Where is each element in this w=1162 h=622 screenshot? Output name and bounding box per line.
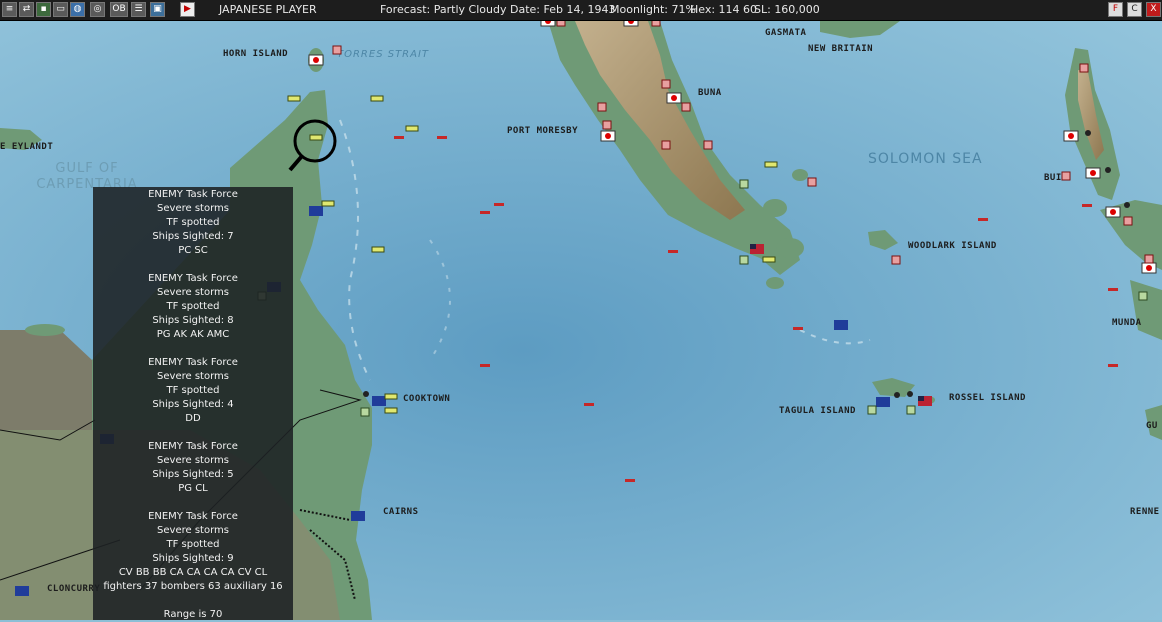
tf-ship-types: PC SC [178,245,208,256]
tf-ship-types: PG AK AK AMC [156,329,230,340]
tf-ships-sighted: Ships Sighted: 7 [152,231,234,242]
tf-ships-sighted: Ships Sighted: 5 [152,469,234,480]
task-force-entry-2: ENEMY Task Force Severe storms TF spotte… [93,272,293,342]
date-text: Date: Feb 14, 1943 [510,3,616,16]
tf-ship-types: PG CL [178,483,208,494]
tf-weather: Severe storms [157,287,229,298]
top-status-bar: ≡ ⇄ ▪ ▭ ◍ ◎ OB ☰ ▣ ▶ JAPANESE PLAYER For… [0,0,1162,21]
tf-title: ENEMY Task Force [148,189,238,200]
c-button[interactable]: C [1127,2,1142,17]
hex-text: Hex: 114 60 [690,3,758,16]
toolbar-icon-4[interactable]: ▭ [53,2,68,17]
tf-ships-sighted: Ships Sighted: 9 [152,553,234,564]
tf-ship-types: DD [185,413,201,424]
moonlight-text: Moonlight: 71% [610,3,696,16]
tf-weather: Severe storms [157,525,229,536]
tf-title: ENEMY Task Force [148,511,238,522]
f-button[interactable]: F [1108,2,1123,17]
play-icon[interactable]: ▶ [180,2,195,17]
tf-title: ENEMY Task Force [148,273,238,284]
tf-spotted: TF spotted [166,539,220,550]
close-button[interactable]: X [1146,2,1161,17]
strategic-map[interactable]: HORN ISLAND TORRES STRAIT E EYLANDT GULF… [0,21,1162,620]
tf-ship-types: CV BB BB CA CA CA CA CV CL [118,567,268,578]
task-force-entry-4: ENEMY Task Force Severe storms Ships Sig… [93,440,293,496]
toolbar-icon-6[interactable]: ◎ [90,2,105,17]
tf-title: ENEMY Task Force [148,441,238,452]
globe-icon[interactable]: ◍ [70,2,85,17]
toolbar-icon-1[interactable]: ≡ [2,2,17,17]
tf-weather: Severe storms [157,455,229,466]
tf-spotted: TF spotted [166,301,220,312]
supply-level-text: SL: 160,000 [754,3,820,16]
tf-spotted: TF spotted [166,385,220,396]
tf-weather: Severe storms [157,203,229,214]
tf-aircraft-counts: fighters 37 bombers 63 auxiliary 16 [103,581,283,592]
ob-icon[interactable]: OB [110,2,128,17]
toolbar-icon-9[interactable]: ▣ [150,2,165,17]
toolbar-icon-2[interactable]: ⇄ [19,2,34,17]
toolbar-icon-3[interactable]: ▪ [36,2,51,17]
japanese-flag-icon [308,21,1157,274]
tf-ships-sighted: Ships Sighted: 4 [152,399,234,410]
task-force-entry-3: ENEMY Task Force Severe storms TF spotte… [93,356,293,426]
task-force-tooltip: ENEMY Task Force Severe storms TF spotte… [93,187,293,620]
tf-spotted: TF spotted [166,217,220,228]
japanese-base-icon [332,21,1154,265]
tf-weather: Severe storms [157,371,229,382]
task-force-entry-1: ENEMY Task Force Severe storms TF spotte… [93,188,293,258]
ship-icon [394,136,1118,482]
forecast-text: Forecast: Partly Cloudy [380,3,507,16]
tf-title: ENEMY Task Force [148,357,238,368]
list-icon[interactable]: ☰ [131,2,146,17]
task-force-entry-5: ENEMY Task Force Severe storms TF spotte… [93,510,293,594]
player-label: JAPANESE PLAYER [219,3,317,16]
tf-ships-sighted: Ships Sighted: 8 [152,315,234,326]
allied-base-icon [257,179,1148,417]
